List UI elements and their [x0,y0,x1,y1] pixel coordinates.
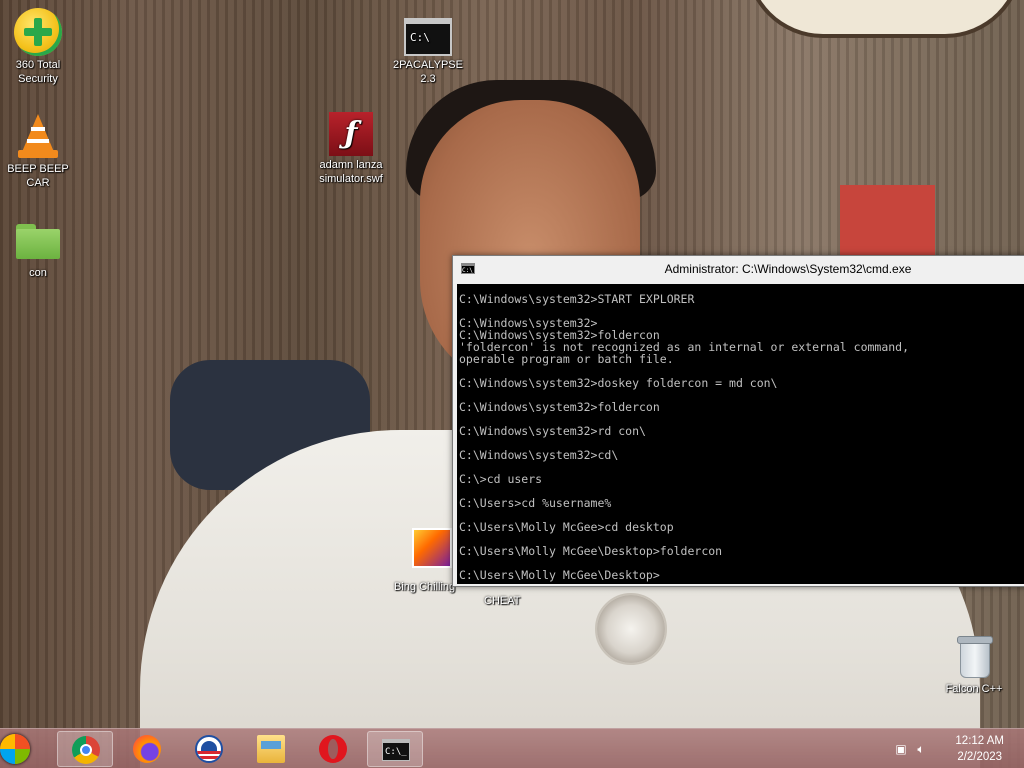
taskbar: C:\_ ▣ 🔈︎ 12:12 AM 2/2/2023 [0,728,1024,768]
taskbar-opera[interactable] [305,731,361,767]
shield-plus-icon [14,8,62,56]
desktop-icon-label: adamn lanza [319,159,383,171]
console-line: operable program or batch file. [459,352,674,366]
desktop-icon-falcon-cpp[interactable]: Falcon C++ [934,632,1014,696]
desktop-icon-label: 2PACALYPSE [393,59,463,71]
flash-icon: ƒ [329,112,373,156]
chrome-icon [72,736,100,764]
desktop-icon-label: 360 Total [15,59,61,71]
recycle-bin-icon [950,632,998,680]
taskbar-file-explorer[interactable] [243,731,299,767]
clock-time: 12:12 AM [955,735,1004,747]
desktop-icon-label: CAR [26,177,50,189]
console-line: C:\Users>cd %username% [459,496,612,510]
desktop-icon-label: con [29,267,47,279]
desktop-icon-label: Bing Chilling [394,581,456,593]
desktop-icon-con[interactable]: con [0,216,78,280]
desktop-icon-label: BEEP BEEP [7,163,69,175]
volume-icon[interactable]: 🔈︎ [914,742,928,756]
console-line: C:\Users\Molly McGee>cd desktop [459,520,674,534]
console-line: C:\Windows\system32>foldercon [459,400,660,414]
desktop: 360 Total Security BEEP BEEP CAR con C:\… [0,0,1024,768]
console-line: C:\Users\Molly McGee\Desktop>foldercon [459,544,723,558]
console-line: C:\Users\Molly McGee\Desktop> [459,568,660,582]
desktop-icon-label: CHEAT [484,595,521,607]
cmd-console[interactable]: C:\Windows\system32>START EXPLORER C:\Win… [457,284,1024,584]
cmd-icon: C:\ [404,18,452,56]
taskbar-chrome[interactable] [57,731,113,767]
desktop-icon-360-total-security[interactable]: 360 Total Security [0,8,78,86]
game-icon [412,528,452,568]
desktop-icon-adamn-lanza-simulator[interactable]: ƒ adamn lanza simulator.swf [311,112,391,186]
console-line: C:\Windows\system32>doskey foldercon = m… [459,376,778,390]
desktop-icon-label: Security [18,73,58,85]
taskbar-obama[interactable] [181,731,237,767]
console-line: C:\Windows\system32>cd\ [459,448,619,462]
taskbar-firefox[interactable] [119,731,175,767]
clock[interactable]: 12:12 AM 2/2/2023 [955,733,1004,765]
cmd-icon: C:\_ [382,739,410,761]
system-tray: ▣ 🔈︎ 12:12 AM 2/2/2023 [884,729,1024,768]
desktop-icon-label: 2.3 [420,73,436,85]
start-button[interactable] [0,731,60,767]
taskbar-cmd[interactable]: C:\_ [367,731,423,767]
start-icon [0,734,30,764]
cmd-window-title: Administrator: C:\Windows\System32\cmd.e… [664,262,912,276]
opera-icon [319,735,347,763]
folder-icon [14,216,62,264]
vlc-cone-icon [14,112,62,160]
console-line: C:\Windows\system32>START EXPLORER [459,292,695,306]
cmd-window[interactable]: C:\ Administrator: C:\Windows\System32\c… [452,255,1024,587]
cmd-titlebar[interactable]: C:\ Administrator: C:\Windows\System32\c… [453,256,1024,282]
console-line: C:\>cd users [459,472,543,486]
desktop-icon-label: Falcon C++ [945,683,1003,695]
file-explorer-icon [257,735,285,763]
desktop-icon-label: simulator.swf [319,173,383,185]
desktop-icon-beep-beep-car[interactable]: BEEP BEEP CAR [0,112,78,190]
firefox-icon [133,735,161,763]
desktop-icon-2pacalypse[interactable]: C:\ 2PACALYPSE 2.3 [388,12,468,86]
console-line: C:\Windows\system32>rd con\ [459,424,646,438]
obama-icon [195,735,223,763]
network-icon[interactable]: ▣ [894,742,908,756]
wallpaper-plaque [745,0,1023,38]
clock-date: 2/2/2023 [957,751,1003,763]
